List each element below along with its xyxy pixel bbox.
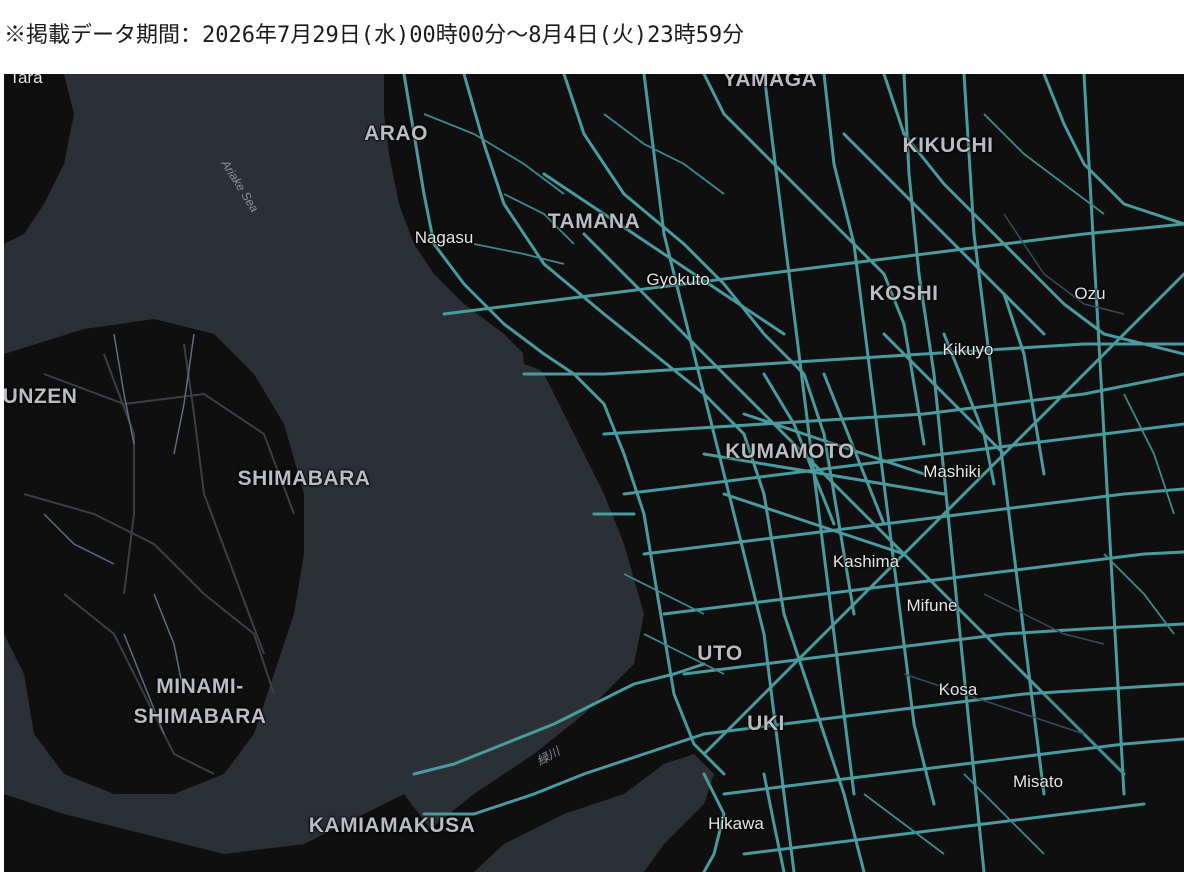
label-kamiamakusa: KAMIAMAKUSA xyxy=(308,814,476,837)
label-minamishimabara-line2: SHIMABARA xyxy=(133,705,267,728)
label-kumamoto: KUMAMOTO xyxy=(725,440,855,463)
label-gyokuto: Gyokuto xyxy=(646,270,710,289)
label-arao: ARAO xyxy=(364,122,428,145)
label-kosa: Kosa xyxy=(938,680,978,699)
label-kikuyo: Kikuyo xyxy=(942,340,994,359)
label-uki: UKI xyxy=(747,712,785,735)
map-canvas xyxy=(4,74,1184,872)
label-minamishimabara-line1: MINAMI- xyxy=(156,675,244,698)
label-kashima: Kashima xyxy=(832,552,900,571)
label-unzen: UNZEN xyxy=(4,385,78,408)
label-kikuchi: KIKUCHI xyxy=(902,134,994,157)
label-ozu: Ozu xyxy=(1074,284,1106,303)
road-activity-map[interactable]: Tara ARAO YAMAGA KIKUCHI Nagasu TAMANA G… xyxy=(4,74,1184,872)
label-tara: Tara xyxy=(9,74,43,87)
label-shimabara: SHIMABARA xyxy=(237,467,371,490)
label-uto: UTO xyxy=(697,642,743,665)
label-mifune: Mifune xyxy=(906,596,958,615)
label-koshi: KOSHI xyxy=(869,282,939,305)
label-mashiki: Mashiki xyxy=(923,462,981,481)
label-tamana: TAMANA xyxy=(547,210,641,233)
label-yamaga: YAMAGA xyxy=(722,74,818,91)
data-period-notice: ※掲載データ期間：2026年7月29日(水)00時00分～8月4日(火)23時5… xyxy=(4,23,745,48)
label-minamishimabara: MINAMI- SHIMABARA xyxy=(134,672,267,732)
label-hikawa: Hikawa xyxy=(708,814,764,833)
label-misato: Misato xyxy=(1012,772,1064,791)
label-nagasu: Nagasu xyxy=(414,228,474,247)
